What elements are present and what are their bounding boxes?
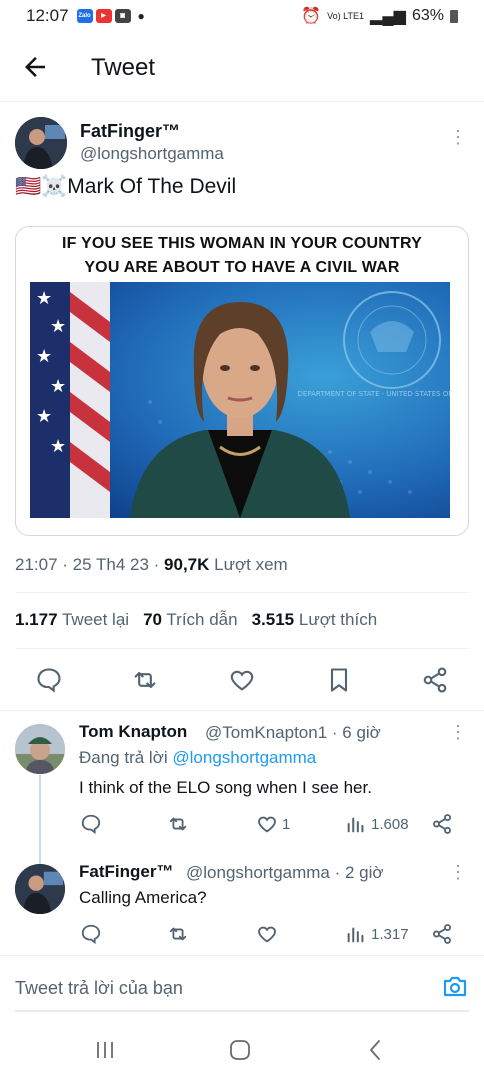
tweet-image[interactable]: IF YOU SEE THIS WOMAN IN YOUR COUNTRY YO…	[15, 226, 469, 536]
views-button[interactable]: 1.608	[345, 813, 409, 835]
reply-meta: @TomKnapton1 · 6 giờ	[205, 723, 381, 742]
svg-text:★: ★	[50, 376, 66, 397]
retweet-icon[interactable]	[131, 666, 159, 694]
reply-input[interactable]: Tweet trả lời của bạn	[15, 978, 183, 999]
like-count: 1	[282, 815, 291, 833]
signal-icon: ▂▄▆	[370, 8, 406, 25]
image-caption-line1: IF YOU SEE THIS WOMAN IN YOUR COUNTRY	[61, 235, 423, 252]
more-options-icon[interactable]: ⋮	[448, 127, 468, 147]
reply-meta: @longshortgamma · 2 giờ	[186, 863, 384, 882]
more-options-icon[interactable]: ⋮	[448, 862, 468, 882]
reply-avatar[interactable]	[15, 724, 65, 774]
top-bar: Tweet	[0, 32, 484, 102]
divider	[15, 592, 469, 593]
reply-button[interactable]	[80, 813, 102, 835]
views-label: Lượt xem	[214, 555, 288, 574]
tweet-stats: 1.177 Tweet lại 70 Trích dẫn 3.515 Lượt …	[15, 610, 377, 630]
home-icon[interactable]	[228, 1038, 252, 1062]
views-count: 1.317	[371, 925, 409, 943]
tweet-meta: 21:07 · 25 Th4 23 · 90,7K Lượt xem	[15, 555, 288, 575]
back-icon[interactable]	[364, 1038, 388, 1062]
svg-text:★: ★	[36, 406, 52, 427]
quotes-count: 70	[143, 610, 162, 629]
reply-text: I think of the ELO song when I see her.	[79, 778, 372, 797]
page-title: Tweet	[91, 54, 156, 81]
divider	[0, 710, 484, 711]
bookmark-icon[interactable]	[325, 666, 353, 694]
status-time: 12:07	[26, 6, 69, 25]
system-nav-bar	[0, 1020, 484, 1079]
composer-underline	[15, 1010, 469, 1012]
likes-label: Lượt thích	[298, 610, 378, 629]
battery-text: 63%	[411, 7, 444, 24]
replying-to: Đang trả lời @longshortgamma	[79, 748, 316, 768]
zalo-icon: Zalo	[76, 9, 93, 23]
share-button[interactable]	[431, 813, 453, 835]
author-handle[interactable]: @longshortgamma	[80, 144, 224, 164]
likes-count: 3.515	[251, 610, 295, 629]
like-button[interactable]	[256, 923, 278, 945]
retweet-button[interactable]	[167, 923, 189, 945]
reply-text: Calling America?	[79, 888, 207, 907]
youtube-icon: ▶	[95, 9, 112, 23]
reply-avatar[interactable]	[15, 864, 65, 914]
author-avatar[interactable]	[15, 117, 67, 169]
reply-composer[interactable]: Tweet trả lời của bạn	[0, 955, 484, 1015]
tweet-text: 🇺🇸☠️Mark Of The Devil	[15, 175, 237, 198]
retweets-label: Tweet lại	[61, 610, 130, 629]
retweets-stat[interactable]: 1.177 Tweet lại	[15, 610, 129, 630]
quotes-stat[interactable]: 70 Trích dẫn	[143, 610, 238, 630]
svg-text:★: ★	[36, 346, 52, 367]
back-arrow-icon[interactable]	[20, 52, 50, 82]
more-options-icon[interactable]: ⋮	[448, 722, 468, 742]
like-icon[interactable]	[228, 666, 256, 694]
svg-text:★: ★	[50, 436, 66, 457]
views-icon	[347, 927, 364, 943]
more-notifications-icon: ●	[137, 9, 145, 23]
camera-icon[interactable]	[442, 974, 468, 998]
thread-line	[39, 775, 41, 865]
status-bar: 12:07 Zalo ▶ ▣ ● ⏰ Vo) LTE1 ▂▄▆ 63%	[0, 0, 484, 32]
tweet-time: 21:07 · 25 Th4 23 ·	[15, 555, 160, 574]
reply-display-name[interactable]: Tom Knapton	[79, 722, 187, 742]
like-button[interactable]: 1	[256, 813, 290, 835]
svg-text:★: ★	[50, 316, 66, 337]
author-display-name[interactable]: FatFinger™	[80, 121, 180, 142]
recent-apps-icon[interactable]	[93, 1038, 117, 1062]
image-caption-line2: YOU ARE ABOUT TO HAVE A CIVIL WAR	[84, 259, 400, 276]
likes-stat[interactable]: 3.515 Lượt thích	[252, 610, 378, 630]
battery-icon	[450, 9, 458, 23]
share-button[interactable]	[431, 923, 453, 945]
views-icon	[347, 817, 364, 833]
retweets-count: 1.177	[15, 610, 58, 629]
network-label: Vo) LTE1	[327, 10, 365, 21]
replying-prefix: Đang trả lời	[79, 748, 168, 767]
reply-display-name[interactable]: FatFinger™	[79, 862, 173, 882]
reply-button[interactable]	[80, 923, 102, 945]
alarm-icon: ⏰	[301, 8, 322, 25]
quotes-label: Trích dẫn	[166, 610, 238, 629]
views-button[interactable]: 1.317	[345, 923, 409, 945]
replying-to-handle[interactable]: @longshortgamma	[172, 748, 316, 767]
divider	[15, 648, 469, 649]
share-icon[interactable]	[421, 666, 449, 694]
retweet-button[interactable]	[167, 813, 189, 835]
gallery-icon: ▣	[114, 9, 131, 23]
views-count: 90,7K	[164, 555, 210, 574]
svg-text:★: ★	[36, 288, 52, 309]
views-count: 1.608	[371, 815, 409, 833]
seal-text: DEPARTMENT OF STATE · UNITED STATES OF A…	[298, 390, 450, 398]
image-photo: ★ ★ ★ ★ ★ ★ DEPARTMENT OF STATE · UNITED STAT…	[30, 282, 450, 518]
reply-icon[interactable]	[35, 666, 63, 694]
